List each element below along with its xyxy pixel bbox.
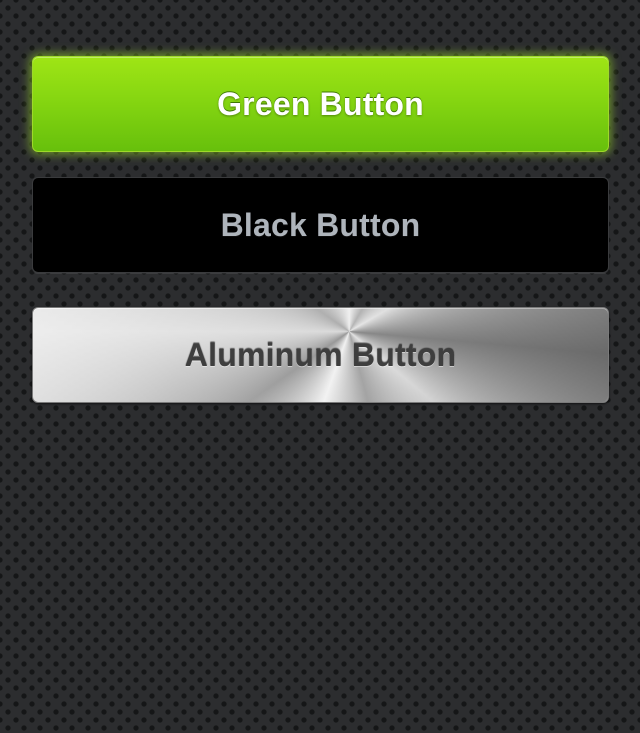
green-button-label: Green Button: [217, 85, 424, 122]
black-button[interactable]: Black Button: [32, 177, 609, 273]
green-button[interactable]: Green Button: [32, 56, 609, 152]
aluminum-button-label: Aluminum Button: [184, 336, 457, 373]
aluminum-button[interactable]: Aluminum Button: [32, 307, 609, 403]
black-button-label: Black Button: [220, 206, 421, 243]
perforated-metal-background: Green Button Black Button Aluminum Butto…: [0, 0, 640, 733]
